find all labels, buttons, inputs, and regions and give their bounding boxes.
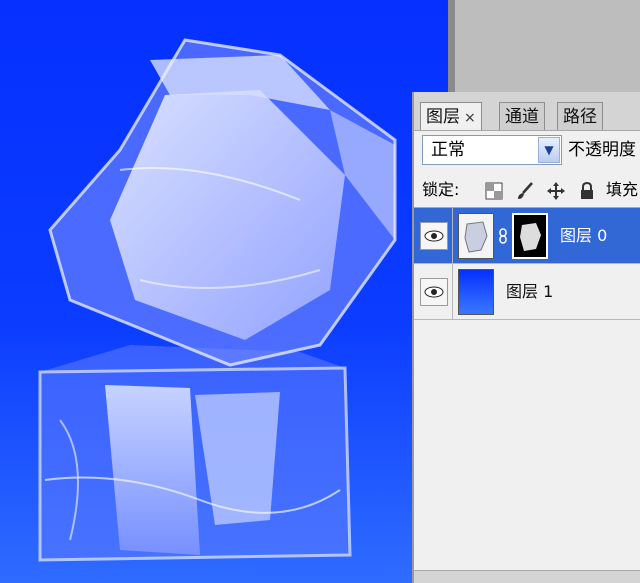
tab-layers-label: 图层	[426, 107, 460, 127]
layer-row-0[interactable]: 图层 0	[414, 208, 640, 264]
layer-thumbnail[interactable]	[458, 213, 494, 259]
fill-label: 填充	[606, 180, 639, 199]
eye-icon[interactable]	[420, 222, 448, 250]
ice-cube-image	[38, 38, 397, 562]
tab-channels[interactable]: 通道	[499, 102, 545, 130]
tab-channels-label: 通道	[505, 107, 539, 127]
brush-lock-icon[interactable]	[515, 181, 535, 201]
layer-name[interactable]: 图层 0	[560, 226, 607, 246]
close-icon[interactable]: ×	[464, 110, 476, 126]
layer-row-1[interactable]: 图层 1	[414, 264, 640, 320]
lock-controls	[484, 180, 603, 200]
panel-tab-bar: 图层 × 通道 路径	[414, 92, 640, 131]
panel-bottom-toolbar	[414, 570, 640, 583]
divider	[452, 208, 453, 264]
transparency-lock-icon[interactable]	[484, 181, 504, 201]
tab-paths[interactable]: 路径	[557, 102, 603, 130]
chevron-down-icon[interactable]: ▼	[538, 137, 560, 163]
blend-mode-select[interactable]: 正常 ▼	[422, 135, 562, 165]
layer-mask-thumbnail[interactable]	[512, 213, 548, 259]
move-lock-icon[interactable]	[546, 181, 566, 201]
padlock-icon[interactable]	[577, 181, 597, 201]
lock-label: 锁定:	[422, 180, 460, 199]
opacity-label: 不透明度	[568, 140, 636, 160]
layers-panel: 图层 × 通道 路径 正常 ▼ 不透明度 锁定: 填充 图层 0 图层 1	[412, 92, 640, 583]
workspace-background	[455, 0, 640, 92]
layer-thumbnail[interactable]	[458, 269, 494, 315]
layer-name[interactable]: 图层 1	[506, 282, 553, 302]
divider	[452, 264, 453, 320]
chain-link-icon[interactable]	[498, 228, 508, 244]
tab-paths-label: 路径	[563, 107, 597, 127]
blend-mode-value: 正常	[431, 140, 465, 160]
eye-icon[interactable]	[420, 278, 448, 306]
tab-layers[interactable]: 图层 ×	[420, 102, 482, 130]
